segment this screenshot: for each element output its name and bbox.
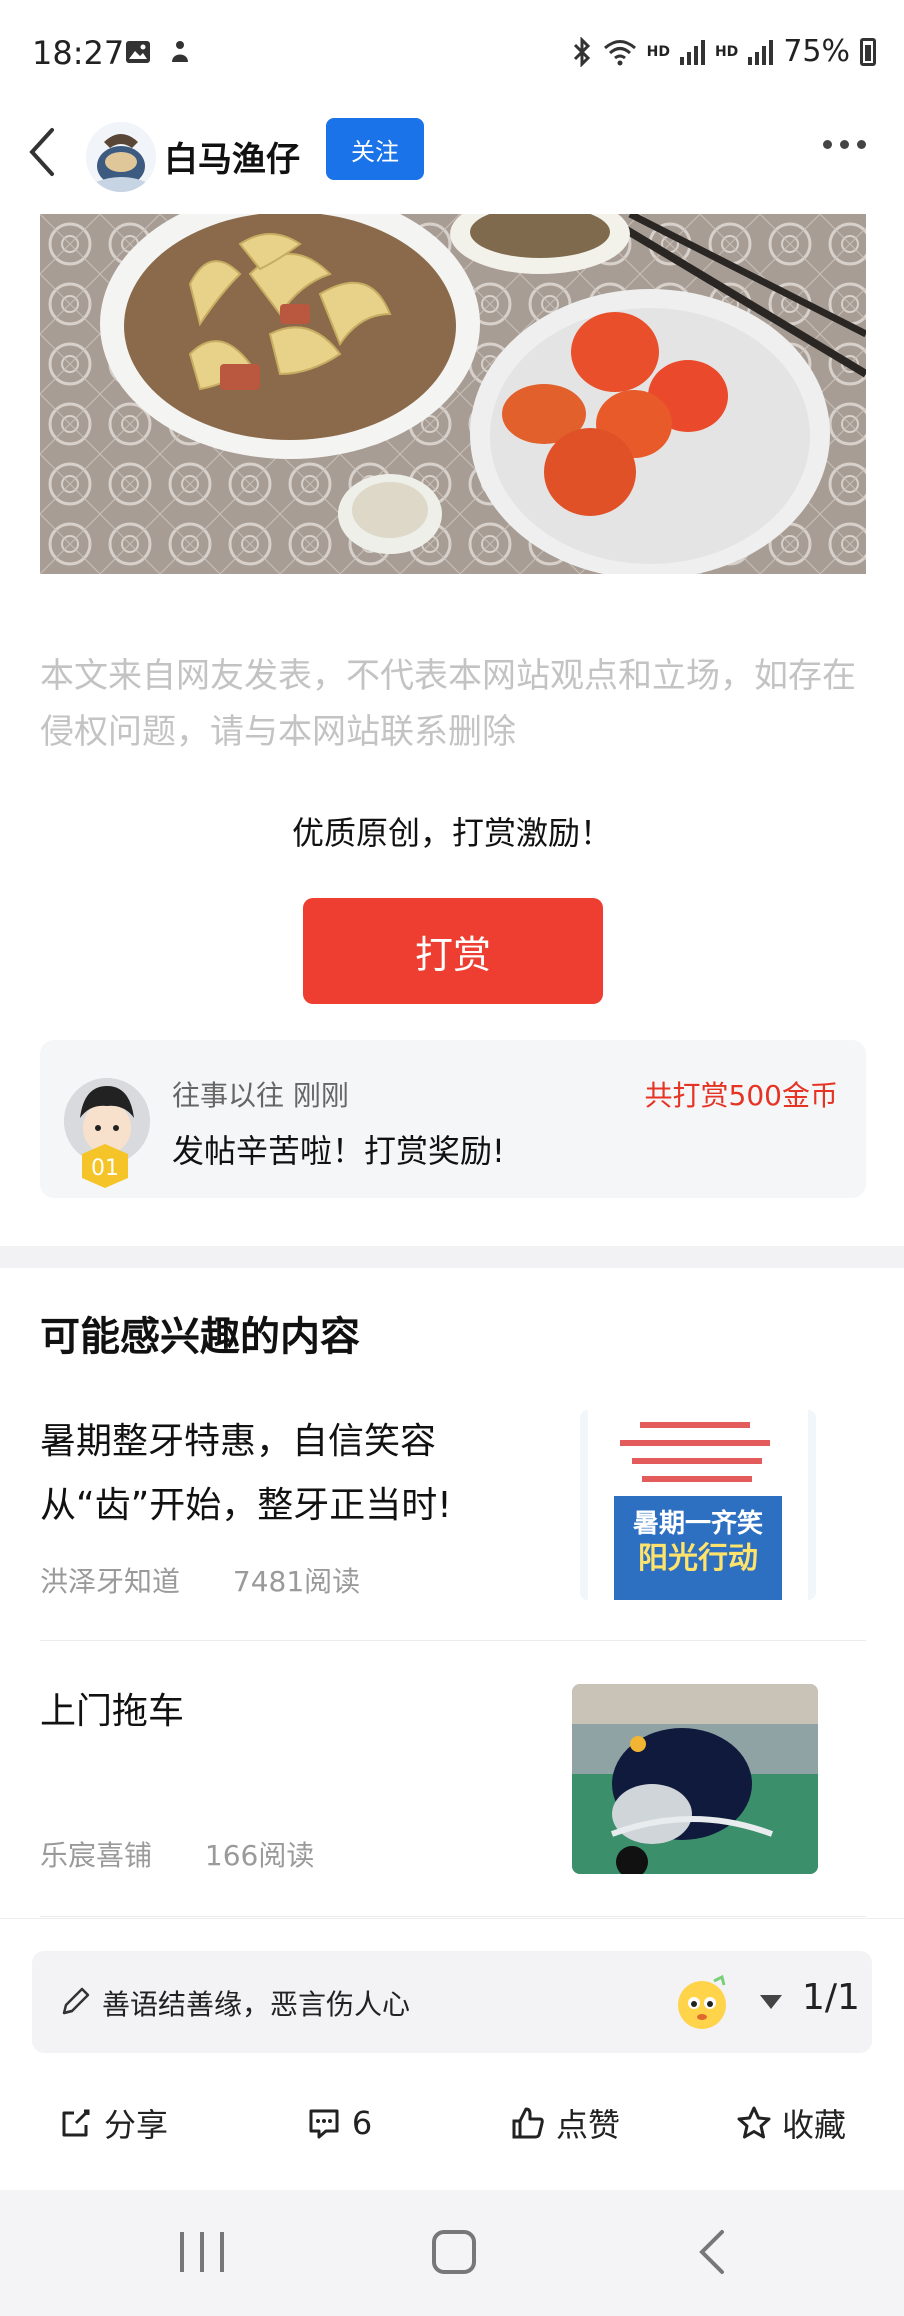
recommend-item[interactable]: 暑期整牙特惠，自信笑容从“齿”开始，整牙正当时! 洪泽牙知道 7481阅读 暑期…	[40, 1410, 866, 1610]
reward-button[interactable]: 打赏	[303, 898, 603, 1004]
list-separator	[40, 1640, 866, 1641]
recommend-section-title: 可能感兴趣的内容	[40, 1314, 360, 1360]
recommend-item-title[interactable]: 暑期整牙特惠，自信笑容从“齿”开始，整牙正当时!	[40, 1410, 560, 1538]
article-header: 白马渔仔 关注	[0, 108, 904, 214]
recent-apps-button[interactable]	[180, 2232, 224, 2272]
comment-button[interactable]: 6	[226, 2083, 452, 2163]
emoji-icon[interactable]	[672, 1973, 732, 2033]
hd-label: HD	[646, 43, 670, 60]
bottom-panel: 善语结善缘，恶言伤人心 1/1 分享 6 点赞 收藏	[0, 1918, 904, 2190]
rewarder-name-time: 往事以往 刚刚	[172, 1079, 349, 1112]
signal-icon	[679, 39, 705, 65]
star-icon	[737, 2106, 771, 2139]
bluetooth-icon	[573, 36, 590, 67]
like-label: 点赞	[555, 2106, 620, 2144]
notification-icon	[172, 41, 188, 62]
gallery-icon	[126, 41, 150, 63]
rank-badge: 01	[82, 1144, 128, 1188]
dropdown-triangle-icon[interactable]	[760, 1995, 782, 2009]
like-button[interactable]: 点赞	[452, 2083, 678, 2163]
reward-title: 优质原创，打赏激励！	[291, 814, 612, 852]
reward-total: 共打赏500金币	[644, 1079, 838, 1112]
share-icon	[62, 2109, 90, 2137]
recommend-item-title[interactable]: 上门拖车	[40, 1680, 560, 1744]
comment-icon	[309, 2109, 339, 2139]
share-label: 分享	[103, 2106, 168, 2144]
recommend-item-thumbnail[interactable]: 暑期一齐笑 阳光行动	[580, 1410, 816, 1600]
comment-page-indicator: 1/1	[802, 1977, 860, 2018]
status-time: 18:27	[32, 34, 125, 72]
reward-record-card: 01 往事以往 刚刚 发帖辛苦啦！打赏奖励! 共打赏500金币	[40, 1040, 866, 1198]
thumbs-up-icon	[512, 2107, 544, 2139]
comment-input[interactable]: 善语结善缘，恶言伤人心 1/1	[32, 1951, 872, 2053]
signal-icon-2	[748, 39, 774, 65]
pencil-icon	[62, 1987, 90, 2015]
author-name[interactable]: 白马渔仔	[164, 132, 300, 181]
article-disclaimer: 本文来自网友发表，不代表本网站观点和立场，如存在侵权问题，请与本网站联系删除	[40, 656, 856, 752]
recommend-item-thumbnail[interactable]	[572, 1684, 818, 1874]
recommend-item-source: 洪泽牙知道	[40, 1565, 181, 1598]
article-image[interactable]	[40, 214, 866, 574]
nav-back-icon[interactable]	[692, 2226, 732, 2278]
more-icon[interactable]	[823, 140, 866, 149]
favorite-button[interactable]: 收藏	[678, 2083, 904, 2163]
home-button[interactable]	[432, 2230, 476, 2274]
svg-text:暑期一齐笑: 暑期一齐笑	[633, 1508, 763, 1539]
system-nav-bar	[0, 2190, 904, 2316]
list-separator	[40, 1916, 866, 1917]
svg-text:阳光行动: 阳光行动	[638, 1541, 758, 1576]
recommend-item-reads: 166阅读	[204, 1839, 315, 1872]
battery-percent: 75%	[783, 34, 850, 69]
comment-placeholder: 善语结善缘，恶言伤人心	[102, 1988, 411, 2021]
hd-label-2: HD	[714, 43, 739, 60]
wifi-icon	[603, 39, 636, 65]
section-divider	[0, 1246, 904, 1268]
recommend-item-reads: 7481阅读	[232, 1565, 361, 1598]
author-avatar[interactable]	[86, 122, 156, 192]
back-button[interactable]	[22, 122, 82, 192]
back-icon	[29, 128, 54, 176]
comment-count: 6	[351, 2104, 373, 2142]
battery-icon	[860, 37, 876, 66]
svg-text:01: 01	[91, 1156, 119, 1181]
action-bar: 分享 6 点赞 收藏	[0, 2083, 904, 2163]
follow-button[interactable]: 关注	[326, 118, 424, 180]
share-button[interactable]: 分享	[0, 2083, 226, 2163]
favorite-label: 收藏	[781, 2106, 846, 2144]
reward-message: 发帖辛苦啦！打赏奖励!	[172, 1132, 505, 1170]
recommend-item-source: 乐宸喜铺	[40, 1839, 153, 1872]
recommend-item[interactable]: 上门拖车 乐宸喜铺 166阅读	[40, 1680, 866, 1880]
status-bar: 18:27 HD HD 75%	[0, 0, 904, 108]
